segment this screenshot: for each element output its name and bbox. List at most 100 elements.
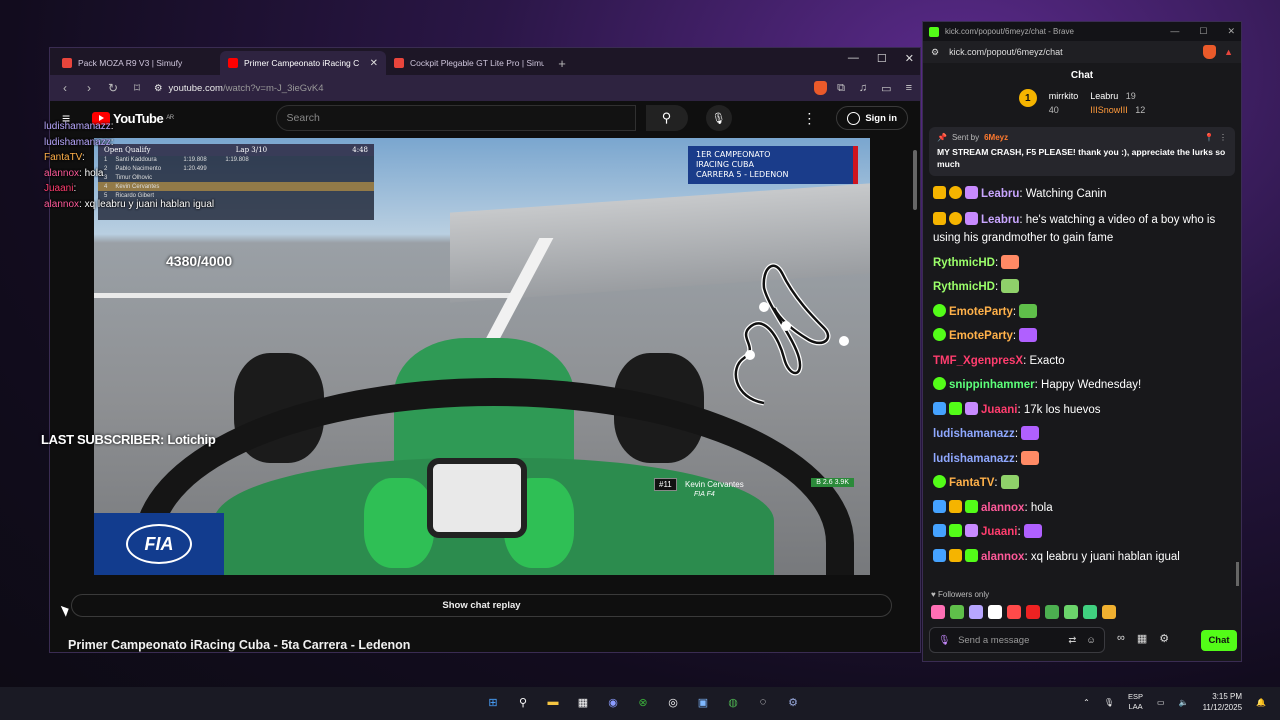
file-explorer-icon[interactable]: ▬ <box>543 692 563 712</box>
emote-icon[interactable] <box>988 605 1002 619</box>
url-field[interactable]: ⚙ youtube.com/watch?v=m-J_3ieGvK4 <box>154 83 804 94</box>
quick-emotes <box>931 605 1116 619</box>
mic-icon[interactable]: 🎙 <box>938 635 950 646</box>
close-icon[interactable]: ✕ <box>1227 26 1235 37</box>
volume-icon[interactable]: 🔈 <box>1179 698 1189 707</box>
overlay-chat-line: ludishamanazz: <box>44 119 214 135</box>
emote-icon[interactable] <box>931 605 945 619</box>
chat-username[interactable]: ludishamanazz <box>933 453 1015 465</box>
driver-series: FIA F4 <box>694 491 715 498</box>
minimize-icon[interactable]: — <box>848 52 859 65</box>
more-options-icon[interactable]: ⋮ <box>1219 133 1227 142</box>
xbox-icon[interactable]: ⊗ <box>633 692 653 712</box>
forward-icon[interactable]: › <box>82 81 96 95</box>
store-icon[interactable]: ▦ <box>573 692 593 712</box>
emote-icon[interactable] <box>969 605 983 619</box>
chat-username[interactable]: Juaani <box>981 526 1017 538</box>
translate-icon[interactable]: ⇄ <box>1068 635 1076 646</box>
network-icon[interactable]: ▭ <box>1157 698 1165 707</box>
start-icon[interactable]: ⊞ <box>483 692 503 712</box>
chat-username[interactable]: FantaTV <box>949 477 994 489</box>
close-tab-icon[interactable]: ✕ <box>370 58 378 69</box>
reload-icon[interactable]: ↻ <box>106 81 120 95</box>
site-info-icon[interactable]: ⚙ <box>154 83 163 94</box>
chrome-icon[interactable]: ◍ <box>723 692 743 712</box>
discord-icon[interactable]: ◉ <box>603 692 623 712</box>
search-icon[interactable]: ⚲ <box>513 692 533 712</box>
back-icon[interactable]: ‹ <box>58 81 72 95</box>
emote-icon[interactable] <box>1064 605 1078 619</box>
chat-scrollbar[interactable] <box>1236 562 1239 586</box>
chat-username[interactable]: snippinhammer <box>949 379 1035 391</box>
sub-badge-icon <box>933 524 946 537</box>
maximize-icon[interactable]: ☐ <box>877 52 887 65</box>
window-title: kick.com/popout/6meyz/chat - Brave <box>945 27 1074 36</box>
obs-icon[interactable]: ◎ <box>663 692 683 712</box>
brave-rewards-icon[interactable]: ▲ <box>1224 47 1233 57</box>
emoji-icon[interactable]: ☺ <box>1086 635 1096 646</box>
chat-username[interactable]: EmoteParty <box>949 306 1013 318</box>
chat-username[interactable]: TMF_XgenpresX <box>933 355 1023 367</box>
chevron-up-icon[interactable]: ⌃ <box>1083 698 1090 707</box>
more-options-icon[interactable]: ⋮ <box>802 110 816 127</box>
settings-icon[interactable]: ⚙ <box>1159 632 1169 645</box>
chat-username[interactable]: ludishamanazz <box>933 428 1015 440</box>
leader-count: 40 <box>1048 105 1059 115</box>
extensions-icon[interactable]: ▭ <box>881 82 891 95</box>
chat-username[interactable]: RythmicHD <box>933 281 995 293</box>
notification-icon[interactable]: 🔔 <box>1256 698 1266 707</box>
screenshot-icon[interactable]: ⧉ <box>837 82 845 95</box>
menu-icon[interactable]: ≡ <box>906 82 912 94</box>
emote-icon[interactable] <box>1083 605 1097 619</box>
mic-button[interactable]: 🎙 <box>705 105 732 131</box>
kick-url[interactable]: kick.com/popout/6meyz/chat <box>949 47 1063 57</box>
chat-username[interactable]: Juaani <box>981 404 1017 416</box>
emote-icon[interactable] <box>1007 605 1021 619</box>
tab-youtube[interactable]: Primer Campeonato iRacing C ✕ <box>220 51 386 75</box>
sign-in-button[interactable]: Sign in <box>836 106 908 130</box>
show-chat-replay-button[interactable]: Show chat replay <box>71 594 892 617</box>
emote-icon[interactable] <box>1026 605 1040 619</box>
chat-username[interactable]: alannox <box>981 551 1024 563</box>
minimize-icon[interactable]: — <box>1170 26 1179 37</box>
url-host: youtube.com <box>168 82 223 94</box>
chat-username[interactable]: Leabru <box>981 188 1019 200</box>
search-button[interactable]: ⚲ <box>645 105 688 131</box>
search-input[interactable]: Search <box>275 105 636 131</box>
new-tab-button[interactable]: + <box>552 51 572 75</box>
chat-username[interactable]: alannox <box>981 502 1024 514</box>
chat-send-button[interactable]: Chat <box>1201 630 1237 651</box>
tab-moza[interactable]: Pack MOZA R9 V3 | Simufy <box>54 51 220 75</box>
emote-icon[interactable] <box>1102 605 1116 619</box>
page-scrollbar[interactable] <box>913 150 917 210</box>
language-indicator[interactable]: ESP LAA <box>1128 692 1143 712</box>
steam-icon[interactable]: ⚙ <box>783 692 803 712</box>
overlay-chat-line: Juaani: <box>44 181 214 197</box>
chat-username[interactable]: Leabru <box>981 214 1019 226</box>
unpin-icon[interactable]: 📍 <box>1204 133 1214 142</box>
follower-counter: 4380/4000 <box>166 253 233 269</box>
close-icon[interactable]: ✕ <box>905 52 914 65</box>
simufy-icon <box>394 58 404 68</box>
chat-username[interactable]: RythmicHD <box>933 257 995 269</box>
kicks-icon[interactable]: ∞ <box>1117 632 1125 645</box>
brave-shields-icon[interactable] <box>814 81 828 95</box>
overlay-text: : hola <box>79 167 104 179</box>
mic-icon[interactable]: 🎙 <box>1104 698 1114 707</box>
video-title: Primer Campeonato iRacing Cuba - 5ta Car… <box>68 638 411 652</box>
chat-message: ludishamanazz: <box>933 422 1231 447</box>
tab-cockpit[interactable]: Cockpit Plegable GT Lite Pro | Simufy <box>386 51 552 75</box>
app-icon[interactable]: ◌ <box>753 692 773 712</box>
site-info-icon[interactable]: ⚙ <box>931 47 939 58</box>
clock[interactable]: 3:15 PM 11/12/2025 <box>1203 691 1242 713</box>
message-input[interactable]: 🎙 Send a message ⇄ ☺ <box>929 627 1105 653</box>
chat-username[interactable]: EmoteParty <box>949 330 1013 342</box>
emote-icon[interactable] <box>1045 605 1059 619</box>
emote-icon[interactable] <box>950 605 964 619</box>
media-icon[interactable]: ♫ <box>859 82 867 94</box>
maximize-icon[interactable]: ☐ <box>1199 26 1207 37</box>
bookmark-icon[interactable]: ⌑ <box>130 81 144 95</box>
brave-shields-icon[interactable] <box>1203 45 1217 59</box>
store-icon[interactable]: ▦ <box>1137 632 1147 645</box>
iracing-icon[interactable]: ▣ <box>693 692 713 712</box>
